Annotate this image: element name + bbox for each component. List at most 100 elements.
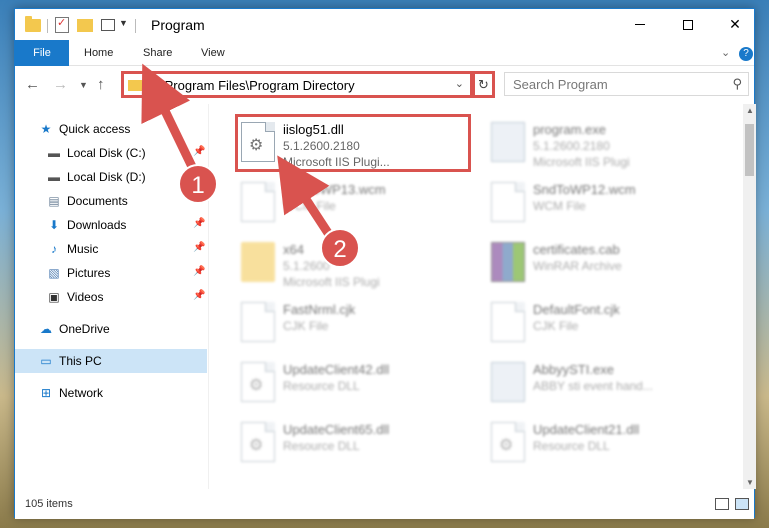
file-item[interactable]: certificates.cab WinRAR Archive xyxy=(485,234,721,292)
vertical-scrollbar[interactable]: ▲ ▼ xyxy=(743,104,756,489)
sidebar-item-label: Downloads xyxy=(67,218,127,232)
scrollbar-thumb[interactable] xyxy=(745,124,754,176)
pin-icon[interactable]: 📌 xyxy=(193,146,205,157)
sidebar-item-label: Documents xyxy=(67,194,128,208)
view-icon[interactable] xyxy=(101,19,115,31)
documents-icon: ▤ xyxy=(48,194,60,208)
search-icon[interactable]: ⚲ xyxy=(732,76,742,92)
details-view-icon[interactable] xyxy=(715,498,729,510)
maximize-icon xyxy=(683,19,693,30)
help-icon[interactable]: ? xyxy=(739,47,753,61)
folder-icon xyxy=(241,242,275,282)
sidebar-item-network[interactable]: ⊞ Network xyxy=(15,381,207,405)
file-name: UpdateClient21.dll xyxy=(533,422,640,437)
file-version: 5.1.2600.2180 xyxy=(533,139,610,153)
file-type: WinRAR Archive xyxy=(533,259,622,273)
step-badge-2: 2 xyxy=(320,228,360,268)
address-path[interactable]: C:\Program Files\Program Directory xyxy=(148,78,355,93)
divider xyxy=(47,19,48,33)
chevron-down-icon[interactable]: ▼ xyxy=(119,18,128,34)
sidebar-item-this-pc[interactable]: ▭ This PC xyxy=(15,349,207,373)
sidebar-item-local-disk-c[interactable]: ▬ Local Disk (C:) 📌 xyxy=(15,141,207,165)
file-item[interactable]: AbbyySTI.exe ABBY sti event hand... xyxy=(485,354,721,412)
file-description: Microsoft IIS Plugi xyxy=(533,155,630,169)
file-name: AbbyySTI.exe xyxy=(533,362,614,377)
pane-divider[interactable] xyxy=(208,104,209,489)
sidebar-item-label: Network xyxy=(59,386,104,400)
sidebar-item-onedrive[interactable]: ☁ OneDrive xyxy=(15,317,207,341)
document-icon xyxy=(241,302,275,342)
file-type: CJK File xyxy=(283,319,329,333)
forward-icon[interactable]: → xyxy=(53,76,68,93)
sidebar-item-label: Pictures xyxy=(67,266,111,280)
videos-icon: ▣ xyxy=(48,290,60,304)
file-name: FastNrml.cjk xyxy=(283,302,356,317)
tab-file[interactable]: File xyxy=(15,40,69,66)
close-icon: ✕ xyxy=(729,16,741,32)
minimize-button[interactable] xyxy=(617,9,663,40)
file-name: certificates.cab xyxy=(533,242,620,257)
recent-locations-icon[interactable]: ▼ xyxy=(79,80,88,90)
network-icon: ⊞ xyxy=(40,386,52,400)
star-icon: ★ xyxy=(40,122,52,136)
sidebar-item-label: This PC xyxy=(59,354,102,368)
file-item[interactable]: SndToWP13.wcm WCM File xyxy=(235,174,471,232)
sidebar-item-label: Local Disk (D:) xyxy=(67,170,146,184)
scroll-up-icon[interactable]: ▲ xyxy=(746,106,754,115)
pin-icon[interactable]: 📌 xyxy=(193,218,205,229)
file-item[interactable]: DefaultFont.cjk CJK File xyxy=(485,294,721,352)
cloud-icon: ☁ xyxy=(40,322,52,336)
back-icon[interactable]: ← xyxy=(25,76,40,93)
close-button[interactable]: ✕ xyxy=(712,9,758,40)
refresh-button[interactable]: ↻ xyxy=(472,71,495,98)
document-icon xyxy=(491,302,525,342)
large-icons-view-icon[interactable] xyxy=(735,498,749,510)
properties-icon[interactable] xyxy=(55,16,69,33)
pin-icon[interactable]: 📌 xyxy=(193,242,205,253)
pin-icon[interactable]: 📌 xyxy=(193,266,205,277)
file-type: WCM File xyxy=(533,199,586,213)
sidebar-item-quick-access[interactable]: ★ Quick access xyxy=(15,117,207,141)
sidebar-item-pictures[interactable]: ▧ Pictures 📌 xyxy=(15,261,207,285)
tab-home[interactable]: Home xyxy=(84,40,113,66)
tab-share[interactable]: Share xyxy=(143,40,172,66)
chevron-down-icon[interactable]: ⌄ xyxy=(455,77,464,90)
step-badge-1: 1 xyxy=(178,164,218,204)
pictures-icon: ▧ xyxy=(48,266,60,280)
drive-icon: ▬ xyxy=(48,146,60,160)
sidebar-item-videos[interactable]: ▣ Videos 📌 xyxy=(15,285,207,309)
sidebar-item-downloads[interactable]: ⬇ Downloads 📌 xyxy=(15,213,207,237)
expand-ribbon-icon[interactable]: ⌄ xyxy=(721,46,730,59)
explorer-window: ▼ Program ✕ File Home Share View ⌄ ? ← →… xyxy=(14,8,758,519)
file-name: DefaultFont.cjk xyxy=(533,302,620,317)
folder-icon xyxy=(25,16,41,32)
maximize-button[interactable] xyxy=(665,9,711,40)
new-folder-icon[interactable] xyxy=(77,19,93,32)
address-bar[interactable]: C:\Program Files\Program Directory ⌄ xyxy=(121,71,473,98)
file-item[interactable]: ⚙ UpdateClient42.dll Resource DLL xyxy=(235,354,471,412)
file-item[interactable]: SndToWP12.wcm WCM File xyxy=(485,174,721,232)
search-input[interactable]: Search Program ⚲ xyxy=(504,72,749,96)
file-item[interactable]: program.exe 5.1.2600.2180 Microsoft IIS … xyxy=(485,114,721,172)
sidebar-item-label: OneDrive xyxy=(59,322,110,336)
pin-icon[interactable]: 📌 xyxy=(193,290,205,301)
file-item[interactable]: FastNrml.cjk CJK File xyxy=(235,294,471,352)
sidebar-item-music[interactable]: ♪ Music 📌 xyxy=(15,237,207,261)
scroll-down-icon[interactable]: ▼ xyxy=(746,478,754,487)
tab-view[interactable]: View xyxy=(201,40,225,66)
exe-icon xyxy=(491,122,525,162)
file-item[interactable]: ⚙ UpdateClient65.dll Resource DLL xyxy=(235,414,471,472)
sidebar-item-documents[interactable]: ▤ Documents xyxy=(15,189,207,213)
up-icon[interactable]: ↑ xyxy=(97,76,105,93)
ribbon-tabs: File Home Share View ⌄ ? xyxy=(15,40,754,66)
computer-icon: ▭ xyxy=(40,354,52,368)
dll-icon: ⚙ xyxy=(241,422,275,462)
file-item[interactable]: ⚙ UpdateClient21.dll Resource DLL xyxy=(485,414,721,472)
gear-icon: ⚙ xyxy=(249,437,264,454)
file-description: Microsoft IIS Plugi xyxy=(283,275,380,289)
navigation-pane: ★ Quick access ▬ Local Disk (C:) 📌 ▬ Loc… xyxy=(15,104,207,489)
dll-icon: ⚙ xyxy=(241,362,275,402)
file-name: UpdateClient42.dll xyxy=(283,362,390,377)
exe-icon xyxy=(491,362,525,402)
file-type: Resource DLL xyxy=(283,379,360,393)
